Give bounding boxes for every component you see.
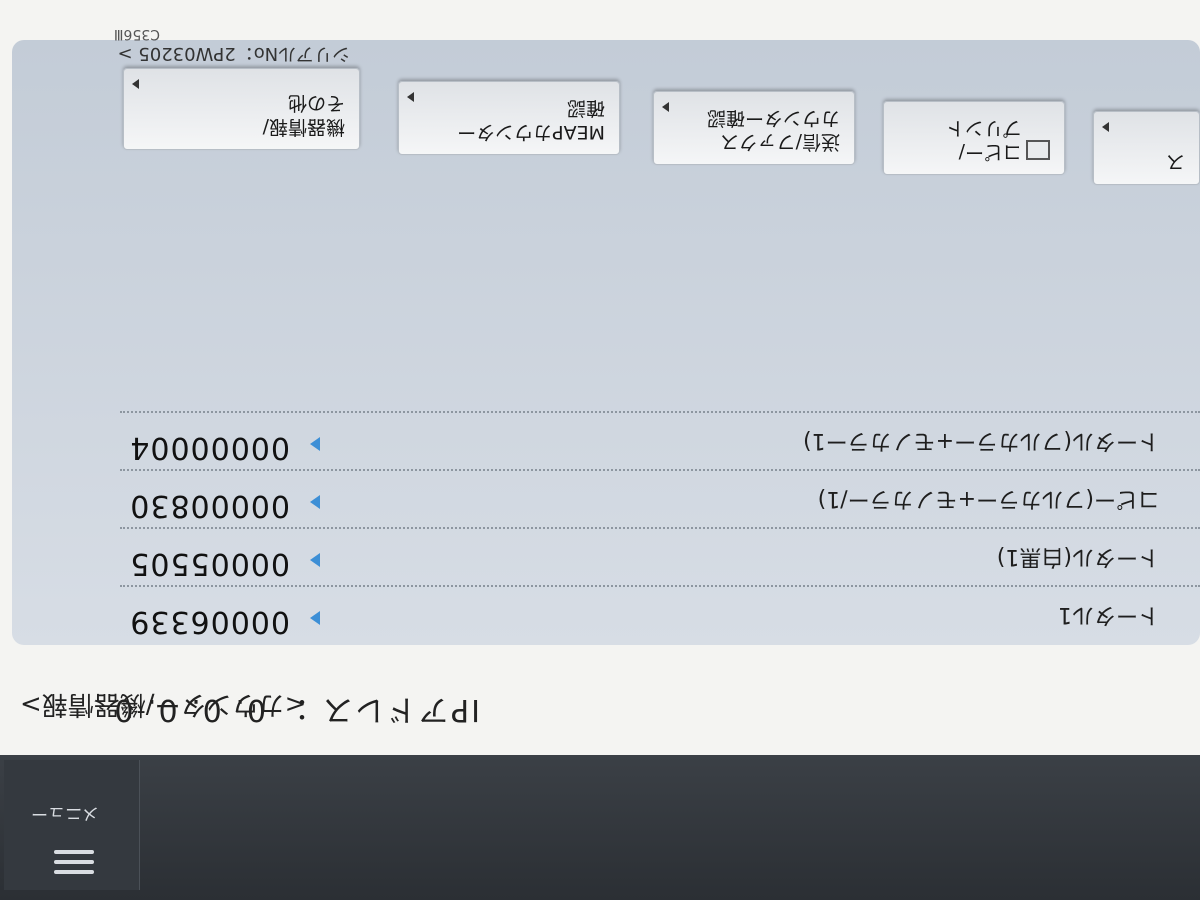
button-label: MEAPカウンター 確認 — [457, 97, 605, 143]
ip-address-row: IPアドレス ： 0. 0. 0. 0 — [112, 691, 480, 735]
button-label: 送信/ファクス カウンター確認 — [706, 107, 840, 153]
counter-name: トータル(白黒1) — [996, 544, 1160, 569]
device-info-button[interactable]: 機器情報/ その他 — [123, 68, 360, 150]
arrow-icon — [310, 553, 320, 567]
bottom-bar: メニュー — [0, 755, 1200, 900]
counter-name: トータル(フルカラー+モノカラー1) — [803, 428, 1160, 453]
counter-row-total-color[interactable]: トータル(フルカラー+モノカラー1) 00000004 — [120, 411, 1200, 471]
counter-row-copy-color[interactable]: コピー(フルカラー+モノカラー/1) 00000830 — [120, 469, 1200, 529]
counter-name: コピー(フルカラー+モノカラー/1) — [817, 486, 1160, 511]
triangle-icon — [662, 102, 669, 112]
photo-scene: メニュー <カウンター/機器情報> IPアドレス ： 0. 0. 0. 0 トー… — [0, 0, 1200, 900]
counter-name: トータル1 — [1058, 602, 1160, 627]
triangle-icon — [1102, 122, 1109, 132]
counter-value: 00000004 — [129, 430, 290, 465]
triangle-icon — [132, 79, 139, 89]
triangle-icon — [407, 92, 414, 102]
button-label: 機器情報/ その他 — [262, 92, 345, 138]
arrow-icon — [310, 437, 320, 451]
ip-label: IPアドレス — [321, 692, 480, 727]
send-fax-counter-button[interactable]: 送信/ファクス カウンター確認 — [653, 91, 855, 165]
meap-counter-button[interactable]: MEAPカウンター 確認 — [398, 81, 620, 155]
partial-button[interactable]: ス — [1093, 111, 1200, 185]
menu-button[interactable]: メニュー — [4, 760, 140, 890]
copy-print-button[interactable]: コピー/ プリント — [883, 101, 1065, 175]
counter-value: 00000830 — [129, 488, 290, 523]
menu-label: メニュー — [31, 803, 99, 823]
model-name: C356Ⅲ — [113, 26, 160, 42]
arrow-icon — [310, 611, 320, 625]
hamburger-menu-icon — [54, 844, 94, 880]
ip-separator: ： — [277, 692, 310, 727]
counter-value: 00005505 — [129, 546, 290, 581]
button-label: ス — [1165, 151, 1185, 173]
printer-icon — [1026, 140, 1050, 160]
button-label: コピー/ プリント — [945, 117, 1022, 163]
arrow-icon — [310, 495, 320, 509]
content-area: <カウンター/機器情報> IPアドレス ： 0. 0. 0. 0 トータル1 0… — [0, 0, 1200, 755]
serial-number: シリアルNo：2PW03205 > — [117, 43, 350, 64]
device-screen: メニュー <カウンター/機器情報> IPアドレス ： 0. 0. 0. 0 トー… — [0, 0, 1200, 900]
counter-value: 00006339 — [129, 604, 290, 639]
counter-card: トータル1 00006339 トータル(白黒1) 00005505 コピー(フル… — [12, 40, 1200, 645]
counter-row-total-bw1[interactable]: トータル(白黒1) 00005505 — [120, 527, 1200, 587]
ip-value: 0. 0. 0. 0 — [112, 692, 266, 727]
counter-row-total1[interactable]: トータル1 00006339 — [120, 585, 1200, 645]
